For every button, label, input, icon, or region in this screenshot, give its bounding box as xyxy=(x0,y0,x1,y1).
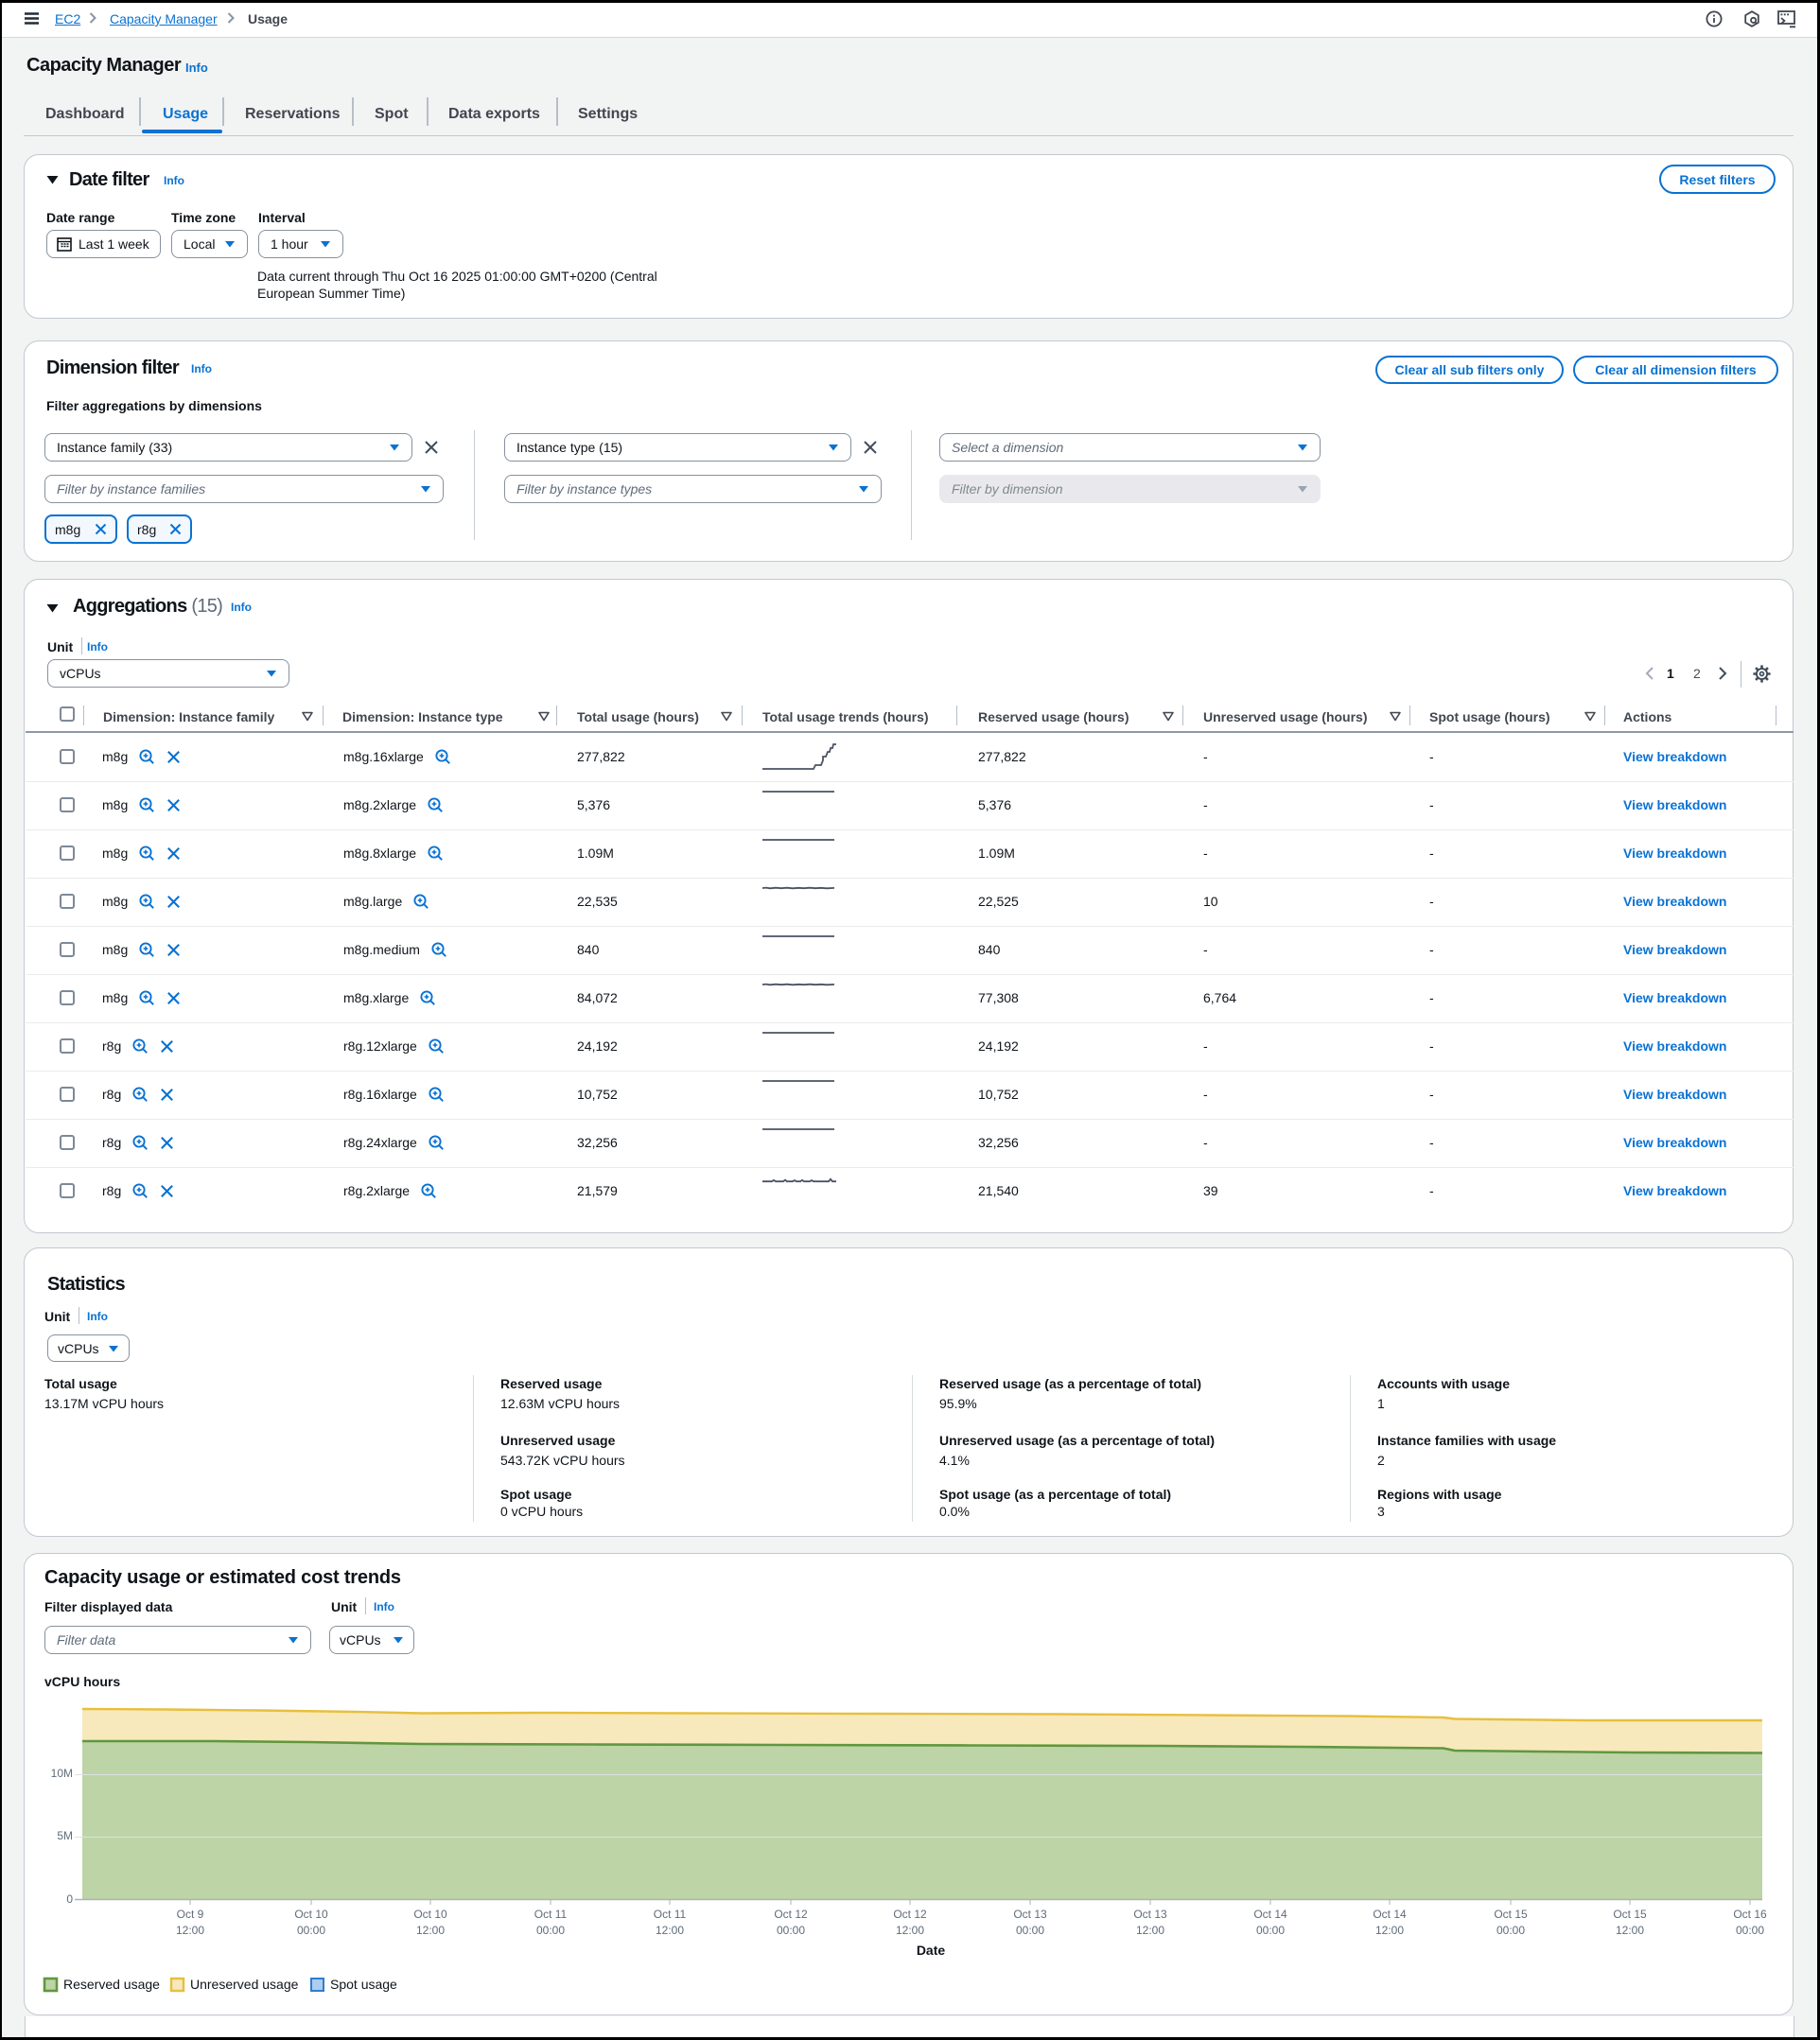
svg-text:Oct 12: Oct 12 xyxy=(893,1908,927,1921)
svg-text:5M: 5M xyxy=(57,1829,73,1842)
svg-text:Oct 9: Oct 9 xyxy=(177,1908,204,1921)
svg-text:12:00: 12:00 xyxy=(896,1924,924,1937)
svg-text:Unreserved usage: Unreserved usage xyxy=(190,1977,299,1992)
svg-text:12:00: 12:00 xyxy=(176,1924,204,1937)
svg-text:Reserved usage: Reserved usage xyxy=(63,1977,160,1992)
svg-text:00:00: 00:00 xyxy=(297,1924,325,1937)
svg-text:00:00: 00:00 xyxy=(1016,1924,1044,1937)
svg-text:0: 0 xyxy=(66,1892,73,1906)
svg-text:Oct 11: Oct 11 xyxy=(534,1908,568,1921)
svg-text:Date: Date xyxy=(917,1943,946,1958)
svg-text:Oct 14: Oct 14 xyxy=(1373,1908,1407,1921)
svg-text:12:00: 12:00 xyxy=(1616,1924,1644,1937)
svg-text:Oct 10: Oct 10 xyxy=(294,1908,328,1921)
svg-text:12:00: 12:00 xyxy=(656,1924,684,1937)
svg-text:10M: 10M xyxy=(51,1767,73,1780)
svg-text:Oct 14: Oct 14 xyxy=(1253,1908,1287,1921)
svg-text:12:00: 12:00 xyxy=(1375,1924,1404,1937)
svg-text:Oct 15: Oct 15 xyxy=(1613,1908,1647,1921)
svg-text:00:00: 00:00 xyxy=(1736,1924,1764,1937)
svg-text:Oct 12: Oct 12 xyxy=(774,1908,808,1921)
svg-text:12:00: 12:00 xyxy=(416,1924,445,1937)
svg-text:Oct 13: Oct 13 xyxy=(1133,1908,1167,1921)
svg-text:Oct 13: Oct 13 xyxy=(1013,1908,1047,1921)
svg-text:00:00: 00:00 xyxy=(536,1924,565,1937)
svg-text:00:00: 00:00 xyxy=(1256,1924,1285,1937)
svg-text:Oct 16: Oct 16 xyxy=(1733,1908,1767,1921)
svg-text:12:00: 12:00 xyxy=(1136,1924,1164,1937)
svg-text:00:00: 00:00 xyxy=(1496,1924,1525,1937)
svg-text:Oct 11: Oct 11 xyxy=(654,1908,687,1921)
svg-text:Oct 15: Oct 15 xyxy=(1494,1908,1528,1921)
svg-text:00:00: 00:00 xyxy=(777,1924,805,1937)
svg-text:Spot usage: Spot usage xyxy=(330,1977,397,1992)
svg-text:Oct 10: Oct 10 xyxy=(413,1908,447,1921)
